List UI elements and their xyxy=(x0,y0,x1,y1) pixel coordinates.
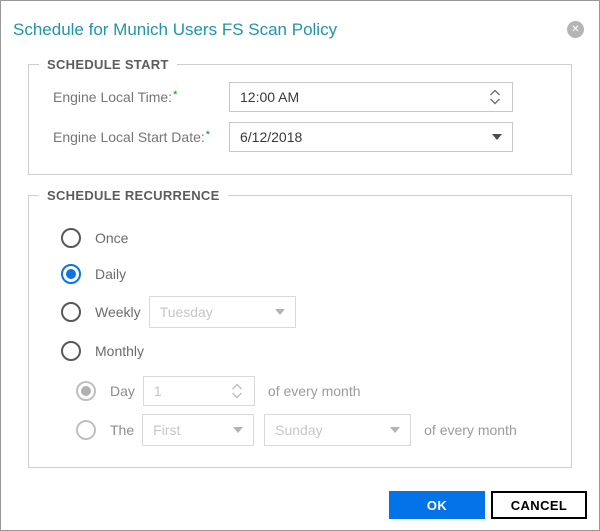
radio-dot xyxy=(66,307,76,317)
monthly-the-label: The xyxy=(110,422,135,438)
recurrence-weekly-row: Weekly Tuesday xyxy=(61,296,571,328)
once-label: Once xyxy=(95,230,129,246)
engine-local-time-input[interactable]: 12:00 AM xyxy=(229,82,513,112)
radio-once[interactable] xyxy=(61,228,81,248)
engine-local-time-label-text: Engine Local Time: xyxy=(53,89,173,105)
radio-daily[interactable] xyxy=(61,264,81,284)
engine-local-time-value: 12:00 AM xyxy=(240,89,300,105)
required-asterisk: * xyxy=(205,129,211,141)
dropdown-arrow-icon xyxy=(390,427,401,433)
ok-button[interactable]: OK xyxy=(389,491,485,519)
weekly-day-select: Tuesday xyxy=(148,296,296,328)
schedule-recurrence-section: SCHEDULE RECURRENCE Once Daily Weekly Tu… xyxy=(28,188,572,468)
required-asterisk: * xyxy=(173,89,178,101)
dropdown-arrow-icon xyxy=(492,134,502,140)
engine-local-start-date-label: Engine Local Start Date:* xyxy=(53,129,229,145)
dialog-footer: OK CANCEL xyxy=(389,491,587,519)
schedule-start-legend: SCHEDULE START xyxy=(47,57,169,72)
radio-weekly[interactable] xyxy=(61,302,81,322)
engine-local-start-date-row: Engine Local Start Date:* 6/12/2018 xyxy=(53,122,571,152)
monthly-day-row: Day 1 of every month xyxy=(76,376,571,406)
radio-dot xyxy=(81,386,91,396)
monthly-weekday-select: Sunday xyxy=(264,414,412,446)
radio-dot xyxy=(66,233,76,243)
dialog-title: Schedule for Munich Users FS Scan Policy xyxy=(13,20,338,39)
engine-local-time-row: Engine Local Time:* 12:00 AM xyxy=(53,82,571,112)
schedule-dialog: { "dialog": { "title": "Schedule for Mun… xyxy=(0,0,600,531)
recurrence-monthly-row: Monthly xyxy=(61,340,571,362)
close-button[interactable]: ✕ xyxy=(567,21,584,38)
engine-local-time-label: Engine Local Time:* xyxy=(53,89,229,105)
dialog-titlebar: Schedule for Munich Users FS Scan Policy… xyxy=(1,1,599,57)
radio-monthly-day xyxy=(76,381,96,401)
monthly-label: Monthly xyxy=(95,343,145,359)
monthly-the-suffix: of every month xyxy=(424,422,517,438)
schedule-recurrence-legend: SCHEDULE RECURRENCE xyxy=(47,188,220,203)
cancel-button[interactable]: CANCEL xyxy=(491,491,587,519)
radio-dot xyxy=(81,425,91,435)
monthly-weekday-value: Sunday xyxy=(275,422,323,438)
radio-dot xyxy=(66,269,76,279)
daily-label: Daily xyxy=(95,266,127,282)
weekly-day-value: Tuesday xyxy=(159,304,213,320)
engine-local-start-date-select[interactable]: 6/12/2018 xyxy=(229,122,513,152)
radio-monthly[interactable] xyxy=(61,341,81,361)
engine-local-start-date-value: 6/12/2018 xyxy=(240,129,303,145)
close-x-icon: ✕ xyxy=(571,23,580,35)
dropdown-arrow-icon xyxy=(274,309,285,315)
radio-monthly-the xyxy=(76,420,96,440)
monthly-ordinal-select: First xyxy=(142,414,255,446)
radio-dot xyxy=(66,346,76,356)
schedule-start-section: SCHEDULE START Engine Local Time:* 12:00… xyxy=(28,57,572,175)
recurrence-daily-row: Daily xyxy=(61,263,571,285)
time-stepper-icon[interactable] xyxy=(488,88,502,106)
monthly-ordinal-value: First xyxy=(153,422,181,438)
monthly-day-label: Day xyxy=(110,383,135,399)
monthly-day-number-input: 1 xyxy=(142,376,255,406)
monthly-the-row: The First Sunday of every month xyxy=(76,414,571,446)
engine-local-start-date-label-text: Engine Local Start Date: xyxy=(53,129,205,145)
day-stepper-icon xyxy=(231,383,242,399)
monthly-day-suffix: of every month xyxy=(267,383,361,399)
weekly-label: Weekly xyxy=(95,304,141,320)
monthly-day-number-value: 1 xyxy=(153,383,162,399)
recurrence-once-row: Once xyxy=(61,227,571,249)
dropdown-arrow-icon xyxy=(233,427,244,433)
